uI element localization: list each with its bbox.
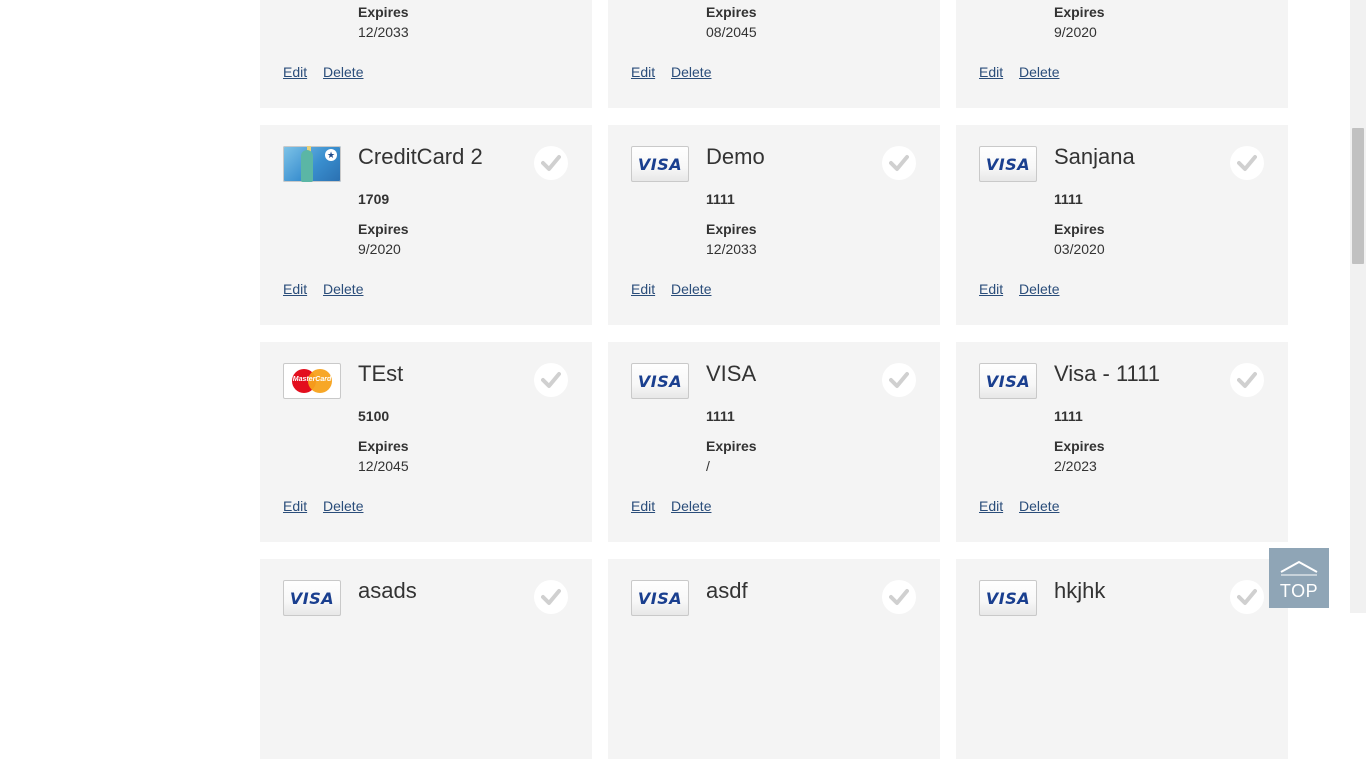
expiry-date: 08/2045 bbox=[706, 24, 757, 40]
visa-logo-icon: VISA bbox=[979, 146, 1037, 182]
expires-label: Expires bbox=[358, 4, 409, 20]
card-last-digits: 1111 bbox=[706, 191, 735, 207]
top-button-label: TOP bbox=[1279, 581, 1319, 601]
visa-logo-icon: VISA bbox=[631, 146, 689, 182]
expiry-date: 03/2020 bbox=[1054, 241, 1105, 257]
payment-cards-grid: Expires 12/2033 Edit Delete Expires 08/2… bbox=[0, 0, 1350, 759]
expires-label: Expires bbox=[358, 221, 409, 237]
edit-link[interactable]: Edit bbox=[631, 64, 655, 80]
payment-card: VISA VISA 1111 Expires / Edit Delete bbox=[608, 342, 940, 542]
delete-link[interactable]: Delete bbox=[323, 498, 363, 514]
card-name: TEst bbox=[358, 361, 404, 386]
edit-link[interactable]: Edit bbox=[979, 64, 1003, 80]
payment-card: VISA Visa - 1111 1111 Expires 2/2023 Edi… bbox=[956, 342, 1288, 542]
card-last-digits: 1111 bbox=[706, 408, 735, 424]
delete-link[interactable]: Delete bbox=[1019, 498, 1059, 514]
select-card-check-icon[interactable] bbox=[1230, 580, 1264, 614]
expires-label: Expires bbox=[706, 4, 757, 20]
select-card-check-icon[interactable] bbox=[882, 580, 916, 614]
delete-link[interactable]: Delete bbox=[323, 64, 363, 80]
delete-link[interactable]: Delete bbox=[1019, 281, 1059, 297]
expiry-date: / bbox=[706, 458, 710, 474]
expiry-date: 9/2020 bbox=[1054, 24, 1097, 40]
expiry-date: 12/2033 bbox=[358, 24, 409, 40]
edit-link[interactable]: Edit bbox=[631, 281, 655, 297]
edit-link[interactable]: Edit bbox=[979, 498, 1003, 514]
select-card-check-icon[interactable] bbox=[1230, 146, 1264, 180]
delete-link[interactable]: Delete bbox=[671, 498, 711, 514]
card-last-digits: 1111 bbox=[1054, 408, 1083, 424]
card-name: CreditCard 2 bbox=[358, 144, 483, 169]
visa-logo-icon: VISA bbox=[283, 580, 341, 616]
payment-card: MasterCard TEst 5100 Expires 12/2045 Edi… bbox=[260, 342, 592, 542]
payment-card: VISA hkjhk bbox=[956, 559, 1288, 759]
expiry-date: 9/2020 bbox=[358, 241, 401, 257]
payment-card: VISA Demo 1111 Expires 12/2033 Edit Dele… bbox=[608, 125, 940, 325]
delete-link[interactable]: Delete bbox=[671, 281, 711, 297]
scroll-to-top-button[interactable]: TOP bbox=[1269, 548, 1329, 608]
card-name: asads bbox=[358, 578, 417, 603]
card-name: Visa - 1111 bbox=[1054, 361, 1160, 386]
edit-link[interactable]: Edit bbox=[979, 281, 1003, 297]
expires-label: Expires bbox=[1054, 438, 1105, 454]
card-name: asdf bbox=[706, 578, 748, 603]
select-card-check-icon[interactable] bbox=[882, 363, 916, 397]
payment-card: VISA Sanjana 1111 Expires 03/2020 Edit D… bbox=[956, 125, 1288, 325]
payment-card: Expires 12/2033 Edit Delete bbox=[260, 0, 592, 108]
payment-card: ★ CreditCard 2 1709 Expires 9/2020 Edit … bbox=[260, 125, 592, 325]
payment-card: Expires 08/2045 Edit Delete bbox=[608, 0, 940, 108]
card-name: hkjhk bbox=[1054, 578, 1106, 603]
delete-link[interactable]: Delete bbox=[323, 281, 363, 297]
visa-logo-icon: VISA bbox=[979, 363, 1037, 399]
card-name: Sanjana bbox=[1054, 144, 1135, 169]
expiry-date: 2/2023 bbox=[1054, 458, 1097, 474]
select-card-check-icon[interactable] bbox=[882, 146, 916, 180]
expiry-date: 12/2033 bbox=[706, 241, 757, 257]
visa-logo-icon: VISA bbox=[631, 580, 689, 616]
expires-label: Expires bbox=[358, 438, 409, 454]
mastercard-logo-icon: MasterCard bbox=[283, 363, 341, 399]
expiry-date: 12/2045 bbox=[358, 458, 409, 474]
card-last-digits: 1709 bbox=[358, 191, 390, 207]
select-card-check-icon[interactable] bbox=[1230, 363, 1264, 397]
payment-card: VISA asads bbox=[260, 559, 592, 759]
card-logo-liberty-icon: ★ bbox=[283, 146, 341, 182]
card-last-digits: 1111 bbox=[1054, 191, 1083, 207]
payment-card: Expires 9/2020 Edit Delete bbox=[956, 0, 1288, 108]
vertical-scrollbar[interactable] bbox=[1350, 0, 1366, 613]
select-card-check-icon[interactable] bbox=[534, 363, 568, 397]
delete-link[interactable]: Delete bbox=[1019, 64, 1059, 80]
delete-link[interactable]: Delete bbox=[671, 64, 711, 80]
expires-label: Expires bbox=[706, 221, 757, 237]
select-card-check-icon[interactable] bbox=[534, 146, 568, 180]
chevron-up-icon bbox=[1280, 560, 1318, 576]
scrollbar-thumb[interactable] bbox=[1352, 128, 1364, 264]
visa-logo-icon: VISA bbox=[631, 363, 689, 399]
expires-label: Expires bbox=[1054, 4, 1105, 20]
visa-logo-icon: VISA bbox=[979, 580, 1037, 616]
edit-link[interactable]: Edit bbox=[283, 281, 307, 297]
card-last-digits: 5100 bbox=[358, 408, 390, 424]
edit-link[interactable]: Edit bbox=[631, 498, 655, 514]
expires-label: Expires bbox=[706, 438, 757, 454]
edit-link[interactable]: Edit bbox=[283, 64, 307, 80]
payment-card: VISA asdf bbox=[608, 559, 940, 759]
select-card-check-icon[interactable] bbox=[534, 580, 568, 614]
expires-label: Expires bbox=[1054, 221, 1105, 237]
edit-link[interactable]: Edit bbox=[283, 498, 307, 514]
card-name: VISA bbox=[706, 361, 757, 386]
card-name: Demo bbox=[706, 144, 765, 169]
